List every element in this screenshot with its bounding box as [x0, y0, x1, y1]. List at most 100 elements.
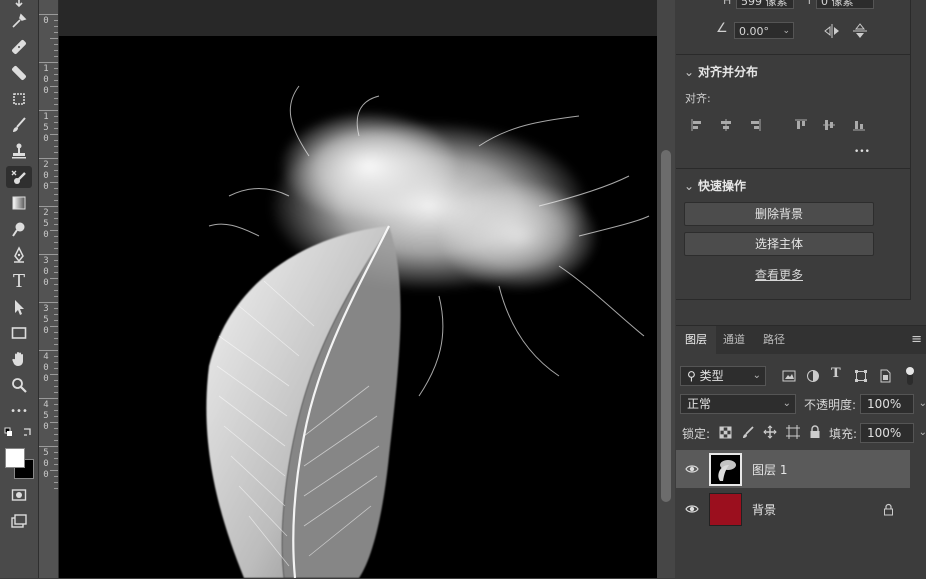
ruler-major-tick: [39, 446, 58, 447]
filter-toggle-switch[interactable]: [904, 366, 916, 386]
layer-row-background[interactable]: 背景: [676, 490, 910, 528]
patch-icon[interactable]: [6, 62, 32, 84]
vertical-ruler: 0 100 150 200 250 300 350 400 450 500: [39, 0, 59, 578]
properties-scroll-gutter: [910, 0, 926, 300]
angle-icon: ∠: [716, 21, 728, 36]
lock-position-icon[interactable]: [763, 425, 777, 439]
ruler-major-tick: [39, 110, 58, 111]
layer-filter-select[interactable]: ⚲ 类型 ⌄: [680, 366, 766, 386]
healing-brush-icon[interactable]: [6, 36, 32, 58]
layer-name[interactable]: 背景: [752, 501, 776, 518]
lock-icon[interactable]: [883, 503, 894, 516]
layers-panel: 图层 通道 路径 ≡ ⚲ 类型 ⌄ T 正常 ⌄ 不透明度: 100% ⌄ 锁定…: [676, 325, 926, 579]
ruler-minor-tick: [54, 242, 58, 243]
align-left-icon[interactable]: [690, 118, 704, 132]
ruler-minor-tick: [54, 266, 58, 267]
angle-input[interactable]: 0.00° ⌄: [734, 22, 794, 39]
blend-mode-select[interactable]: 正常 ⌄: [680, 394, 796, 414]
crop-icon[interactable]: [6, 88, 32, 110]
foreground-color-swatch[interactable]: [5, 448, 25, 468]
ruler-minor-tick: [54, 362, 58, 363]
canvas-area[interactable]: [59, 0, 657, 578]
more-options-icon[interactable]: •••: [854, 147, 870, 157]
align-horizontal-center-icon[interactable]: [719, 118, 733, 132]
tab-layers[interactable]: 图层: [676, 326, 716, 354]
gradient-icon[interactable]: [6, 192, 32, 214]
ruler-minor-tick: [54, 440, 58, 441]
history-brush-icon[interactable]: [6, 166, 32, 188]
tab-paths[interactable]: 路径: [754, 326, 794, 354]
ruler-minor-tick: [50, 182, 58, 183]
ruler-minor-tick: [54, 68, 58, 69]
eye-icon[interactable]: [685, 502, 699, 516]
panel-menu-icon[interactable]: ≡: [911, 332, 922, 347]
ruler-minor-tick: [54, 98, 58, 99]
layer-name[interactable]: 图层 1: [752, 461, 787, 478]
ruler-major-tick: [39, 62, 58, 63]
filter-shape-icon[interactable]: [854, 369, 868, 383]
quick-actions-header[interactable]: ⌄ 快速操作: [684, 177, 746, 194]
ruler-minor-tick: [54, 122, 58, 123]
layer-row-layer-1[interactable]: 图层 1: [676, 450, 910, 488]
lock-image-pixels-icon[interactable]: [741, 426, 754, 439]
align-vertical-center-icon[interactable]: [822, 118, 836, 132]
tab-channels[interactable]: 通道: [714, 326, 754, 354]
y-input[interactable]: 0 像素: [816, 0, 874, 9]
screen-mode-icon[interactable]: [6, 510, 32, 532]
flip-horizontal-icon[interactable]: [824, 23, 840, 39]
brush-icon[interactable]: [6, 114, 32, 136]
remove-background-button[interactable]: 删除背景: [684, 202, 874, 226]
ruler-minor-tick: [54, 272, 58, 273]
rectangle-icon[interactable]: [6, 322, 32, 344]
document-canvas[interactable]: [59, 36, 657, 578]
ruler-minor-tick: [54, 404, 58, 405]
flip-vertical-icon[interactable]: [852, 23, 868, 39]
filter-pixel-icon[interactable]: [782, 369, 796, 383]
align-bottom-icon[interactable]: [852, 118, 866, 132]
ruler-label: 100: [43, 64, 49, 96]
zoom-icon[interactable]: [6, 374, 32, 396]
ruler-minor-tick: [54, 314, 58, 315]
ruler-label: 450: [43, 400, 49, 432]
align-section-header[interactable]: ⌄ 对齐并分布: [684, 63, 758, 80]
swap-colors-icon[interactable]: [4, 426, 34, 440]
feather-image: [206, 85, 650, 578]
clone-stamp-icon[interactable]: [6, 140, 32, 162]
canvas-vertical-scrollbar[interactable]: [657, 0, 675, 578]
ruler-major-tick: [39, 254, 58, 255]
ruler-minor-tick: [50, 38, 58, 39]
fill-input[interactable]: 100% ⌄: [860, 423, 926, 443]
ruler-minor-tick: [54, 20, 58, 21]
dodge-icon[interactable]: [6, 218, 32, 240]
lock-transparent-pixels-icon[interactable]: [719, 426, 732, 439]
ruler-label: 0: [43, 16, 49, 26]
ruler-minor-tick: [50, 374, 58, 375]
ruler-major-tick: [39, 350, 58, 351]
align-right-icon[interactable]: [748, 118, 762, 132]
lock-artboard-icon[interactable]: [786, 425, 800, 439]
filter-type-icon[interactable]: T: [831, 366, 841, 381]
align-top-icon[interactable]: [794, 118, 808, 132]
ruler-minor-tick: [54, 176, 58, 177]
filter-smart-object-icon[interactable]: [878, 369, 892, 383]
ruler-minor-tick: [54, 200, 58, 201]
eye-icon[interactable]: [685, 462, 699, 476]
view-more-link[interactable]: 查看更多: [676, 266, 882, 283]
scrollbar-thumb[interactable]: [661, 150, 671, 502]
more-tools-icon[interactable]: •••: [6, 400, 32, 422]
quick-mask-icon[interactable]: [6, 484, 32, 506]
filter-adjustment-icon[interactable]: [806, 369, 820, 383]
height-input[interactable]: 599 像素: [736, 0, 794, 9]
ruler-major-tick: [39, 158, 58, 159]
path-selection-icon[interactable]: [6, 296, 32, 318]
pen-icon[interactable]: [6, 244, 32, 266]
opacity-input[interactable]: 100% ⌄: [860, 394, 926, 414]
ruler-minor-tick: [54, 44, 58, 45]
select-subject-button[interactable]: 选择主体: [684, 232, 874, 256]
hand-icon[interactable]: [6, 348, 32, 370]
lock-all-icon[interactable]: [809, 425, 821, 439]
eyedropper-icon[interactable]: [6, 10, 32, 32]
ruler-minor-tick: [54, 32, 58, 33]
ruler-minor-tick: [54, 452, 58, 453]
type-icon[interactable]: T: [6, 270, 32, 292]
